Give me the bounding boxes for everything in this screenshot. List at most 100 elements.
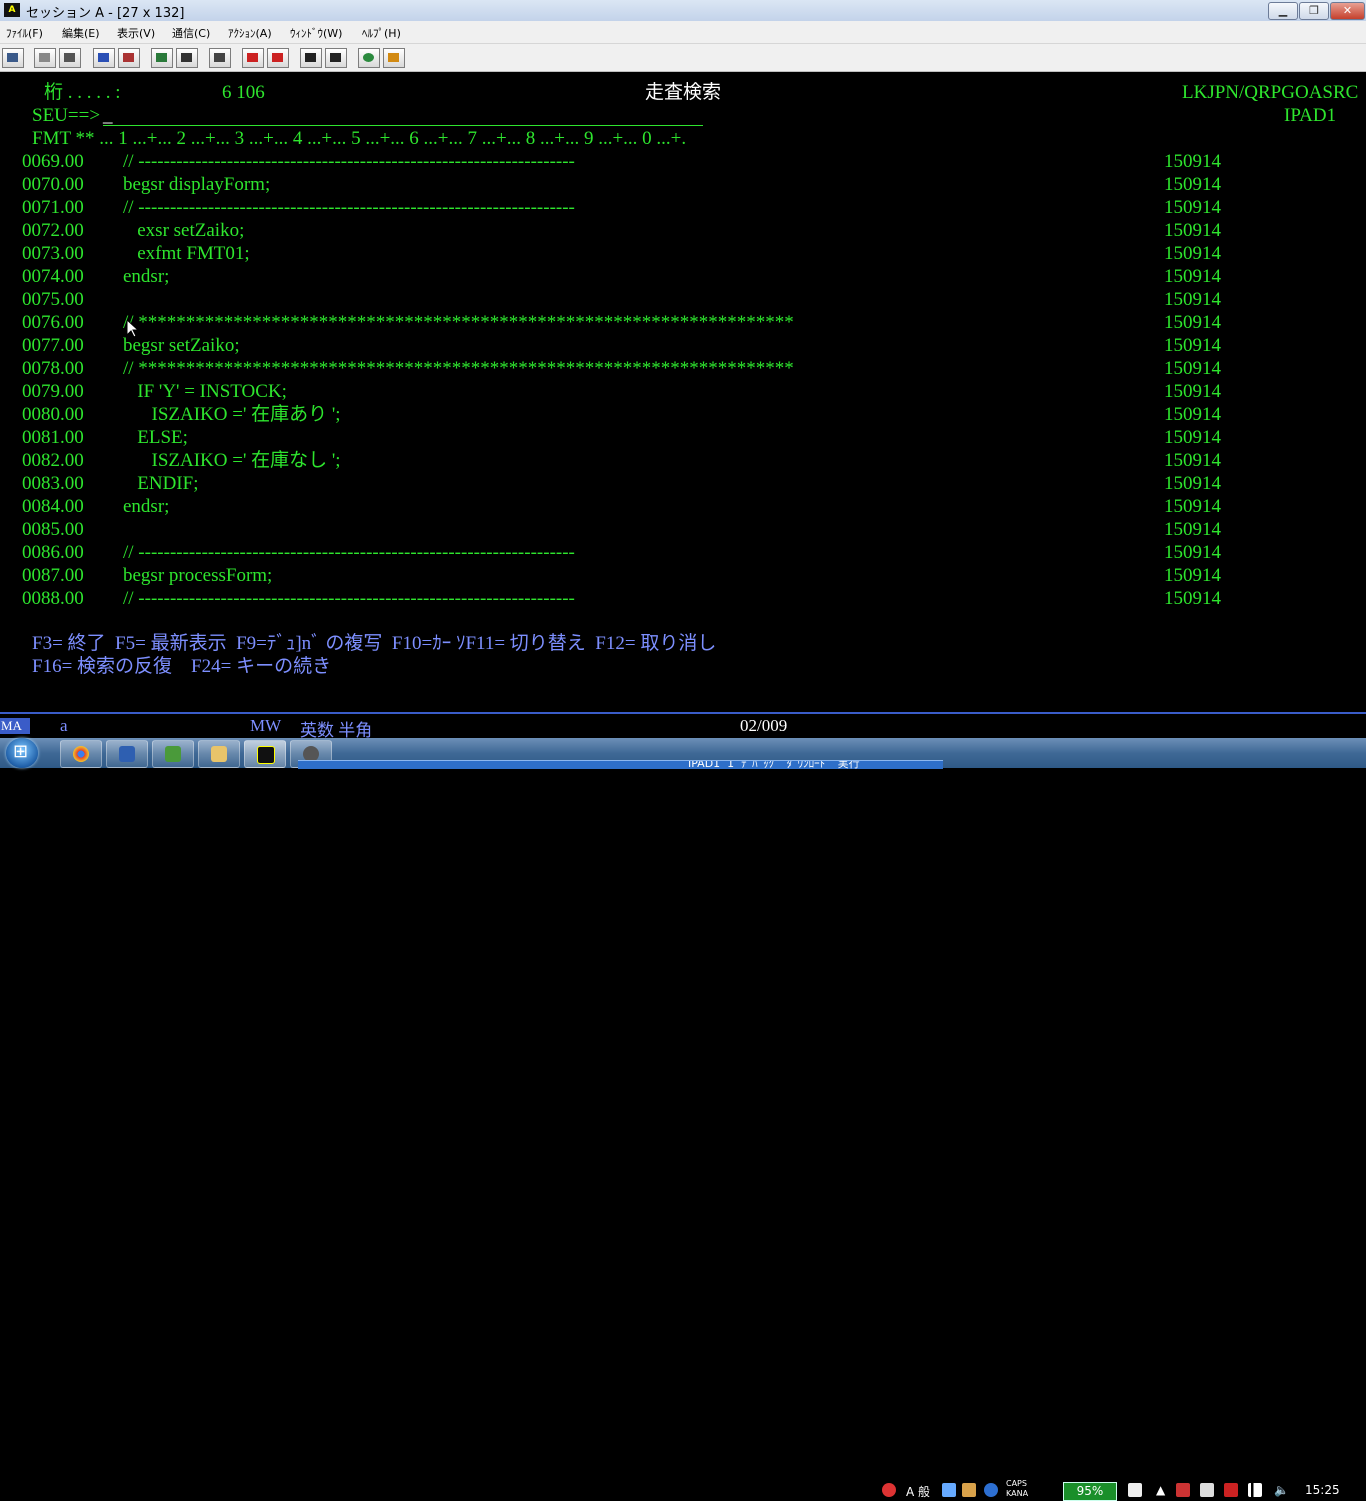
paste-icon[interactable] xyxy=(59,48,81,68)
power-plug-icon[interactable] xyxy=(1128,1483,1142,1497)
network-icon[interactable] xyxy=(1248,1483,1262,1497)
line-sequence: 0069.00 xyxy=(22,151,84,172)
tray-flag-icon[interactable] xyxy=(1176,1483,1190,1497)
menu-help[interactable]: ﾍﾙﾌﾟ(H) xyxy=(362,25,401,41)
tray-security-icon[interactable] xyxy=(1224,1483,1238,1497)
line-sequence: 0078.00 xyxy=(22,358,84,379)
status-line: MA a MW 英数 半角 02/009 xyxy=(0,712,1366,740)
line-sequence: 0074.00 xyxy=(22,266,84,287)
line-code[interactable]: // *************************************… xyxy=(123,358,794,380)
line-date: 150914 xyxy=(1164,312,1221,333)
line-sequence: 0084.00 xyxy=(22,496,84,517)
line-code[interactable]: ELSE; xyxy=(123,427,188,449)
battery-indicator[interactable]: 95% xyxy=(1063,1482,1117,1501)
tray-alert-icon[interactable] xyxy=(882,1483,896,1497)
line-date: 150914 xyxy=(1164,473,1221,494)
macro-icon[interactable] xyxy=(209,48,231,68)
record-macro-icon[interactable] xyxy=(242,48,264,68)
tray-dictionary-icon[interactable] xyxy=(962,1483,976,1497)
line-date: 150914 xyxy=(1164,450,1221,471)
copy-icon[interactable] xyxy=(34,48,56,68)
menu-window[interactable]: ｳｨﾝﾄﾞｳ(W) xyxy=(290,25,342,41)
tray-help-icon[interactable] xyxy=(984,1483,998,1497)
line-sequence: 0081.00 xyxy=(22,427,84,448)
menu-file[interactable]: ﾌｧｲﾙ(F) xyxy=(6,25,43,41)
terminal-screen[interactable]: 桁 . . . . . : 6 106 走査検索 LKJPN/QRPGOASRC… xyxy=(0,72,1366,712)
taskbar-explorer[interactable] xyxy=(198,740,240,768)
line-date: 150914 xyxy=(1164,197,1221,218)
taskbar-session-a[interactable] xyxy=(244,740,286,768)
line-code[interactable]: // -------------------------------------… xyxy=(123,588,575,610)
line-date: 150914 xyxy=(1164,151,1221,172)
line-code[interactable]: ENDIF; xyxy=(123,473,198,495)
app-icon[interactable]: A xyxy=(4,3,20,17)
status-a: a xyxy=(60,716,68,735)
source-file-name: LKJPN/QRPGOASRC xyxy=(1182,82,1359,103)
line-date: 150914 xyxy=(1164,220,1221,241)
minimize-button[interactable]: ▁ xyxy=(1268,2,1298,20)
line-date: 150914 xyxy=(1164,381,1221,402)
line-code[interactable]: ISZAIKO =' 在庫なし '; xyxy=(123,450,341,472)
line-date: 150914 xyxy=(1164,565,1221,586)
line-sequence: 0080.00 xyxy=(22,404,84,425)
screen-title: 走査検索 xyxy=(645,82,722,103)
stop-macro-icon[interactable] xyxy=(267,48,289,68)
line-code[interactable]: endsr; xyxy=(123,496,169,518)
line-sequence: 0082.00 xyxy=(22,450,84,471)
function-keys-line-2: F16= 検索の反復 F24= キーの続き xyxy=(32,656,332,677)
send-file-icon[interactable] xyxy=(93,48,115,68)
mouse-pointer-icon xyxy=(127,320,139,338)
tray-kana: KANA xyxy=(1006,1489,1029,1498)
line-date: 150914 xyxy=(1164,588,1221,609)
tray-ime[interactable]: A 般 xyxy=(906,1483,930,1500)
menu-edit[interactable]: 編集(E) xyxy=(62,25,100,41)
show-hidden-icons-icon[interactable]: ▲ xyxy=(1156,1483,1165,1497)
line-sequence: 0079.00 xyxy=(22,381,84,402)
pause-macro-icon[interactable] xyxy=(325,48,347,68)
clock[interactable]: 15:25 xyxy=(1305,1483,1340,1497)
taskbar-chrome[interactable] xyxy=(60,740,102,768)
line-code[interactable]: // *************************************… xyxy=(123,312,794,334)
line-code[interactable]: // -------------------------------------… xyxy=(123,542,575,564)
seu-command-input[interactable]: _ xyxy=(103,105,703,126)
line-sequence: 0071.00 xyxy=(22,197,84,218)
line-code[interactable]: IF 'Y' = INSTOCK; xyxy=(123,381,287,403)
line-date: 150914 xyxy=(1164,542,1221,563)
title-bar: A セッション A - [27 x 132] ▁ ❐ ✕ xyxy=(0,0,1366,22)
column-value: 6 106 xyxy=(222,82,265,103)
status-cursor-position: 02/009 xyxy=(740,716,788,735)
line-code[interactable]: // -------------------------------------… xyxy=(123,151,575,173)
taskbar-app-3[interactable] xyxy=(152,740,194,768)
maximize-button[interactable]: ❐ xyxy=(1299,2,1329,20)
fmt-ruler: FMT ** ... 1 ...+... 2 ...+... 3 ...+...… xyxy=(32,128,687,149)
tray-device-icon[interactable] xyxy=(1200,1483,1214,1497)
print-screen-icon[interactable] xyxy=(2,48,24,68)
line-sequence: 0070.00 xyxy=(22,174,84,195)
line-code[interactable]: ISZAIKO =' 在庫あり '; xyxy=(123,404,341,426)
support-icon[interactable] xyxy=(383,48,405,68)
line-code[interactable]: begsr processForm; xyxy=(123,565,272,587)
line-code[interactable]: exsr setZaiko; xyxy=(123,220,244,242)
line-code[interactable]: endsr; xyxy=(123,266,169,288)
globe-icon[interactable] xyxy=(358,48,380,68)
volume-icon[interactable]: 🔈 xyxy=(1274,1483,1289,1497)
status-mw: MW xyxy=(250,716,282,735)
menu-communication[interactable]: 通信(C) xyxy=(172,25,210,41)
play-macro-icon[interactable] xyxy=(300,48,322,68)
close-button[interactable]: ✕ xyxy=(1330,2,1365,20)
receive-file-icon[interactable] xyxy=(118,48,140,68)
display-setup-icon[interactable] xyxy=(151,48,173,68)
line-code[interactable]: begsr displayForm; xyxy=(123,174,270,196)
start-button[interactable] xyxy=(6,738,38,768)
line-sequence: 0088.00 xyxy=(22,588,84,609)
window-title: セッション A - [27 x 132] xyxy=(26,6,185,21)
line-sequence: 0073.00 xyxy=(22,243,84,264)
line-code[interactable]: exfmt FMT01; xyxy=(123,243,249,265)
line-code[interactable]: // -------------------------------------… xyxy=(123,197,575,219)
line-code[interactable]: begsr setZaiko; xyxy=(123,335,240,357)
menu-action[interactable]: ｱｸｼｮﾝ(A) xyxy=(228,25,272,41)
keyboard-map-icon[interactable] xyxy=(176,48,198,68)
taskbar-app-2[interactable] xyxy=(106,740,148,768)
menu-view[interactable]: 表示(V) xyxy=(117,25,155,41)
tray-ime-tool-icon[interactable] xyxy=(942,1483,956,1497)
